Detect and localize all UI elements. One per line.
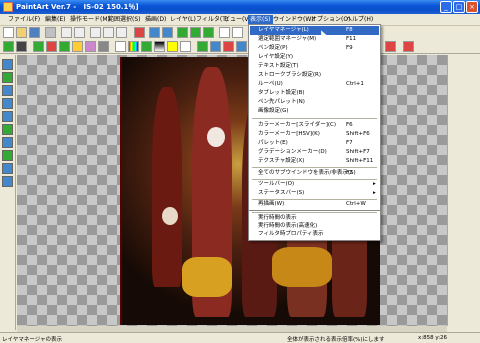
menu-bar: ファイル(F) 編集(E) 操作モード(M) 範囲選択(S) 描画(D) レイヤ…	[0, 14, 480, 26]
menu-item-filter-props[interactable]: フィルタ時プロパティ表示	[250, 230, 379, 239]
vertical-scrollbar[interactable]	[447, 55, 480, 326]
eraser-icon[interactable]	[85, 41, 96, 52]
print-icon[interactable]	[45, 27, 56, 38]
paste-icon[interactable]	[116, 27, 127, 38]
airbrush-icon[interactable]	[72, 41, 83, 52]
redo-icon[interactable]	[74, 27, 85, 38]
toolbar-tools	[0, 40, 480, 54]
filter3-icon[interactable]	[223, 41, 234, 52]
panel2-icon[interactable]	[403, 41, 414, 52]
menu-file[interactable]: ファイル(F)	[6, 15, 42, 25]
menu-item-color-slider[interactable]: カラーメーカー[スライダー](C) F6	[250, 121, 379, 130]
filter2-icon[interactable]	[210, 41, 221, 52]
status-coordinates: x:858 y:26	[418, 335, 448, 341]
layer-icon[interactable]	[177, 27, 188, 38]
smudge-tool-icon[interactable]	[2, 150, 13, 161]
window-title: PaintArt Ver.7 - IS-02 150.1％]	[16, 3, 139, 11]
blur-tool-icon[interactable]	[2, 163, 13, 174]
select-icon[interactable]	[3, 41, 14, 52]
menu-separator	[252, 212, 377, 213]
submenu-arrow-icon: ▸	[373, 181, 376, 187]
display-menu-dropdown: レイヤマネージャ(L) F8 選定範囲マネージャ(M) F11 ペン設定(P) F9 …	[248, 24, 381, 211]
display-menu-dropdown-lower: 実行時間の表示 実行時間の表示(高速化) フィルタ時プロパティ表示	[248, 211, 381, 241]
open-icon[interactable]	[16, 27, 27, 38]
tool-palette	[0, 55, 16, 330]
canvas-area[interactable]	[17, 55, 447, 326]
cut-icon[interactable]	[90, 27, 101, 38]
pen-icon[interactable]	[59, 41, 70, 52]
menu-item-tablet[interactable]: タブレット設定(B)	[250, 89, 379, 98]
pencil-tool-icon[interactable]	[2, 59, 13, 70]
zoom-out-icon[interactable]	[162, 27, 173, 38]
layer2-icon[interactable]	[190, 27, 201, 38]
menu-item-palette[interactable]: パレット(E) F7	[250, 139, 379, 148]
text-icon[interactable]	[167, 41, 178, 52]
tool-icon[interactable]	[134, 27, 145, 38]
marker-tool-icon[interactable]	[2, 98, 13, 109]
filter-icon[interactable]	[197, 41, 208, 52]
frame-icon[interactable]	[219, 27, 230, 38]
menu-item-pen-palette[interactable]: ペン先パレット(N)	[250, 98, 379, 107]
menu-item-selection-manager[interactable]: 選定範囲マネージャ(M) F11	[250, 35, 379, 44]
menu-item-layer-manager[interactable]: レイヤマネージャ(L) F8	[250, 26, 379, 35]
menu-item-redraw[interactable]: 再描画(W) Ctrl+W	[250, 200, 379, 209]
shape-icon[interactable]	[180, 41, 191, 52]
frame2-icon[interactable]	[232, 27, 243, 38]
eraser-tool-icon[interactable]	[2, 137, 13, 148]
undo-icon[interactable]	[61, 27, 72, 38]
status-bar: レイヤマネージャの表示 全体が表示される表示倍率(%)にします x:858 y:…	[0, 332, 480, 343]
menu-item-loupe[interactable]: ルーペ(U) Ctrl+1	[250, 80, 379, 89]
menu-separator	[252, 167, 377, 168]
menu-item-image-settings[interactable]: 画像設定(G)	[250, 107, 379, 116]
pattern-icon[interactable]	[115, 41, 126, 52]
copy-icon[interactable]	[103, 27, 114, 38]
menu-item-toolbar[interactable]: ツールバー(O) ▸	[250, 180, 379, 189]
menu-item-texture[interactable]: テクスチャ設定(X) Shift+F11	[250, 157, 379, 166]
status-hint: 全体が表示される表示倍率(%)にします	[287, 337, 385, 343]
menu-item-gradient-maker[interactable]: グラデーションメーカー(D) Shift+F7	[250, 148, 379, 157]
sharpen-tool-icon[interactable]	[2, 176, 13, 187]
brush-icon[interactable]	[16, 41, 27, 52]
fill-icon[interactable]	[46, 41, 57, 52]
close-button[interactable]: ×	[466, 1, 478, 13]
layer3-icon[interactable]	[203, 27, 214, 38]
menu-separator	[252, 118, 377, 119]
gradient-icon[interactable]	[141, 41, 152, 52]
menu-item-stroke-brush[interactable]: ストロークブラシ設定(R)	[250, 71, 379, 80]
maximize-button[interactable]: □	[453, 1, 465, 13]
title-bar: PaintArt Ver.7 - IS-02 150.1％] _ □ ×	[0, 0, 480, 14]
status-message: レイヤマネージャの表示	[2, 337, 62, 343]
menu-item-text-settings[interactable]: テキスト設定(T)	[250, 62, 379, 71]
color-wheel-icon[interactable]	[128, 41, 139, 52]
brush-tool-icon[interactable]	[2, 72, 13, 83]
app-icon	[3, 2, 13, 12]
save-icon[interactable]	[29, 27, 40, 38]
menu-item-toggle-subwindows[interactable]: 全てのサブウインドウを表示/非表示(S) F2	[250, 169, 379, 178]
spray-tool-icon[interactable]	[2, 111, 13, 122]
panel-icon[interactable]	[385, 41, 396, 52]
zoom-in-icon[interactable]	[149, 27, 160, 38]
toolbar-main	[0, 26, 480, 40]
blur-icon[interactable]	[98, 41, 109, 52]
minimize-button[interactable]: _	[440, 1, 452, 13]
menu-edit[interactable]: 編集(E)	[43, 15, 67, 25]
menu-item-statusbar[interactable]: ステータスバー(S) ▸	[250, 189, 379, 198]
flower-icon[interactable]	[33, 41, 44, 52]
menu-draw[interactable]: 描画(D)	[143, 15, 168, 25]
menu-item-pen-settings[interactable]: ペン設定(P) F9	[250, 44, 379, 53]
submenu-arrow-icon: ▸	[373, 190, 376, 196]
new-icon[interactable]	[3, 27, 14, 38]
menu-select[interactable]: 範囲選択(S)	[106, 15, 143, 25]
menu-item-color-hsv[interactable]: カラーメーカー[HSV](K) Shift+F6	[250, 130, 379, 139]
filter4-icon[interactable]	[236, 41, 247, 52]
gray-icon[interactable]	[154, 41, 165, 52]
bucket-tool-icon[interactable]	[2, 124, 13, 135]
menu-item-layer-settings[interactable]: レイヤ設定(Y)	[250, 53, 379, 62]
pen-tool-icon[interactable]	[2, 85, 13, 96]
